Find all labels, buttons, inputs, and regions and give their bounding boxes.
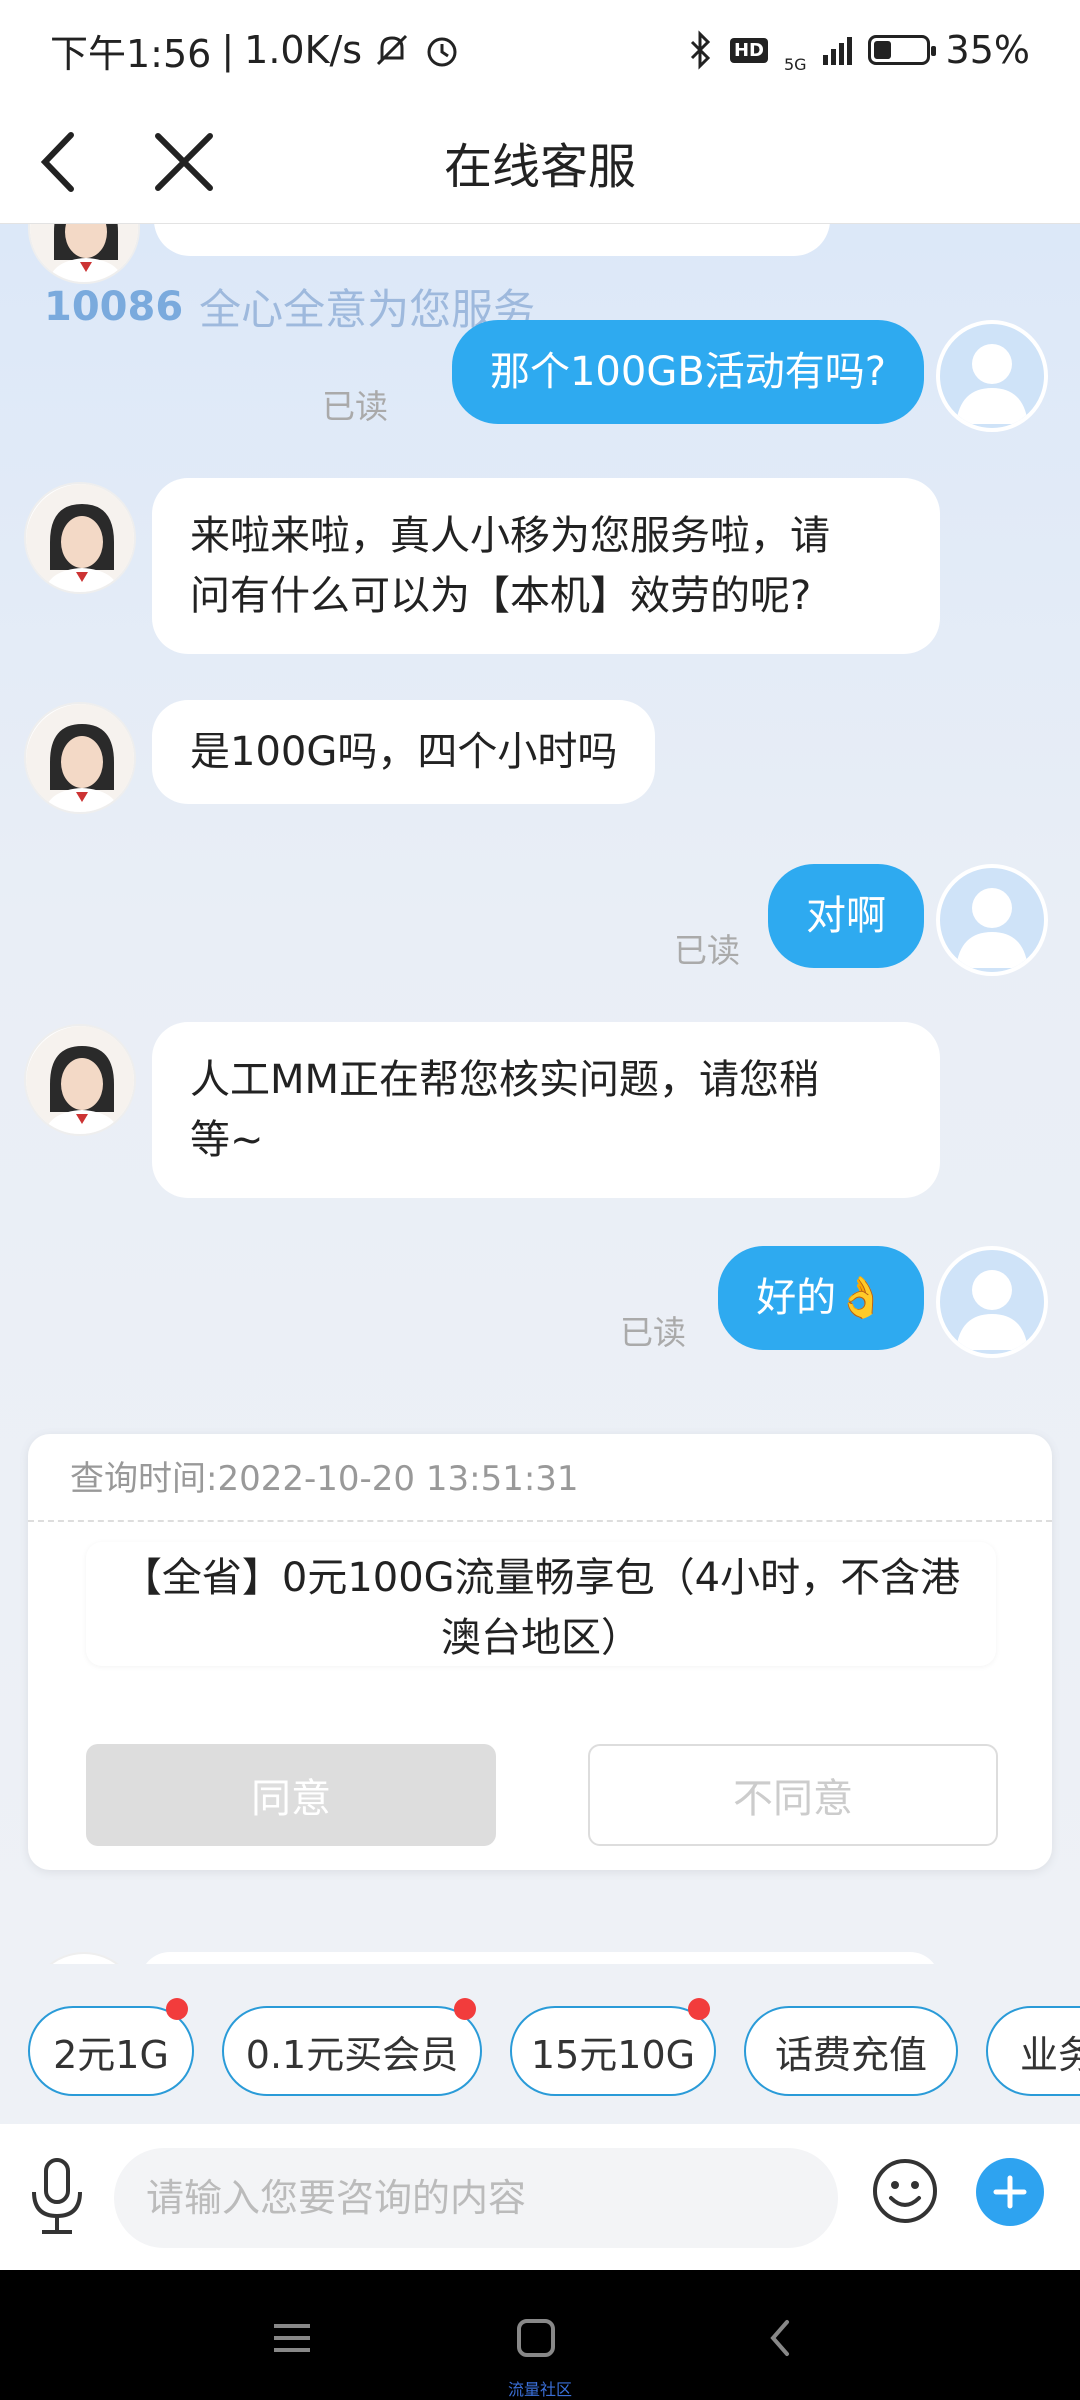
- service-watermark: 10086 全心全意为您服务: [44, 276, 535, 337]
- status-time: 下午1:56: [50, 31, 212, 76]
- input-bar: [0, 2124, 1080, 2270]
- new-badge-dot: [454, 1998, 476, 2020]
- battery-percent: 35%: [945, 28, 1030, 72]
- chevron-left-icon: [40, 132, 74, 192]
- chat-area[interactable]: 10086 全心全意为您服务 已读 那个100GB活动有吗? 来啦来啦，真人小移…: [0, 224, 1080, 1964]
- bluetooth-icon: [688, 30, 714, 70]
- agree-button[interactable]: 同意: [86, 1744, 496, 1846]
- agent-message-line: 来啦来啦，真人小移为您服务啦，请: [190, 513, 830, 559]
- offer-line: 澳台地区）: [441, 1615, 641, 1661]
- home-button[interactable]: [506, 2308, 566, 2368]
- watermark-label: 流量社区: [507, 2380, 572, 2399]
- chip-label: 2元1G: [53, 2032, 169, 2077]
- chip-business[interactable]: 业务: [986, 2006, 1080, 2096]
- offer-description: 【全省】0元100G流量畅享包（4小时，不含港 澳台地区）: [86, 1542, 996, 1666]
- chip-label: 业务: [1020, 2032, 1080, 2077]
- system-nav-bar: 流量社区: [0, 2270, 1080, 2400]
- read-status: 已读: [322, 387, 388, 426]
- microphone-icon: [32, 2158, 82, 2234]
- chip-label: 话费充值: [774, 2032, 927, 2077]
- network-type: 5G: [783, 55, 807, 74]
- user-avatar: [936, 864, 1048, 976]
- agent-message: 是100G吗，四个小时吗: [152, 700, 656, 804]
- user-avatar: [936, 1246, 1048, 1358]
- chip-membership[interactable]: 0.1元买会员: [222, 1998, 482, 2096]
- card-divider: [28, 1520, 1052, 1522]
- emoji-button[interactable]: [870, 2156, 940, 2226]
- plus-icon: [993, 2175, 1027, 2209]
- system-back-button[interactable]: [750, 2308, 810, 2368]
- alarm-icon: [422, 30, 462, 70]
- new-badge-dot: [166, 1998, 188, 2020]
- chip-recharge[interactable]: 话费充值: [744, 2006, 958, 2096]
- status-divider: |: [221, 28, 235, 72]
- read-status: 已读: [674, 931, 740, 970]
- menu-icon: [274, 2324, 310, 2352]
- agent-avatar: [24, 702, 136, 814]
- new-badge-dot: [688, 1998, 710, 2020]
- agent-message: 人工MM正在帮您核实问题，请您稍 等~: [152, 1022, 940, 1198]
- agent-avatar: [28, 1952, 140, 1964]
- message-input[interactable]: [114, 2148, 838, 2248]
- query-time: 查询时间:2022-10-20 13:51:31: [70, 1459, 579, 1499]
- user-avatar: [936, 320, 1048, 432]
- close-button[interactable]: [144, 122, 224, 202]
- back-arrow-icon: [770, 2320, 789, 2356]
- hd-badge: HD: [729, 37, 768, 63]
- read-status: 已读: [620, 1313, 686, 1352]
- disagree-button[interactable]: 不同意: [588, 1744, 998, 1846]
- status-speed: 1.0K/s: [244, 28, 363, 72]
- close-icon: [155, 133, 213, 191]
- signal-icon: [822, 35, 852, 65]
- chip-label: 0.1元买会员: [245, 2032, 459, 2077]
- agent-avatar: [28, 224, 140, 284]
- agent-message: 来啦来啦，真人小移为您服务啦，请 问有什么可以为【本机】效劳的呢?: [152, 478, 940, 654]
- microphone-button[interactable]: [22, 2154, 92, 2238]
- more-button[interactable]: [976, 2158, 1044, 2226]
- agent-avatar: [24, 1024, 136, 1136]
- menu-button[interactable]: [262, 2308, 322, 2368]
- chip-15yuan-10g[interactable]: 15元10G: [510, 1998, 716, 2096]
- quick-reply-bar: 2元1G 0.1元买会员 15元10G 话费充值 业务: [0, 1964, 1080, 2124]
- offer-line: 【全省】0元100G流量畅享包（4小时，不含港: [121, 1555, 961, 1601]
- mute-bell-icon: [372, 30, 412, 70]
- home-icon: [517, 2319, 555, 2357]
- status-bar: 下午1:56 | 1.0K/s HD 5G 35%: [0, 0, 1080, 100]
- chip-2yuan-1g[interactable]: 2元1G: [28, 1998, 194, 2096]
- agent-bubble-cut: [154, 224, 830, 256]
- nav-bar: 在线客服: [0, 100, 1080, 224]
- chip-label: 15元10G: [530, 2032, 696, 2077]
- offer-confirm-card: 查询时间:2022-10-20 13:51:31 【全省】0元100G流量畅享包…: [28, 1434, 1052, 1870]
- user-message: 好的👌: [718, 1246, 924, 1350]
- back-button[interactable]: [18, 122, 98, 202]
- watermark-number: 10086: [44, 283, 184, 330]
- agent-message-line: 人工MM正在帮您核实问题，请您稍: [190, 1057, 820, 1103]
- user-message: 那个100GB活动有吗?: [451, 320, 924, 424]
- user-message: 对啊: [768, 864, 924, 968]
- agent-message-line: 问有什么可以为【本机】效劳的呢?: [190, 573, 812, 619]
- agent-avatar: [24, 482, 136, 594]
- agent-bubble-cut: [140, 1952, 940, 1964]
- emoji-icon: [873, 2159, 937, 2223]
- battery-icon: [867, 35, 936, 65]
- agent-message-line: 等~: [190, 1117, 264, 1163]
